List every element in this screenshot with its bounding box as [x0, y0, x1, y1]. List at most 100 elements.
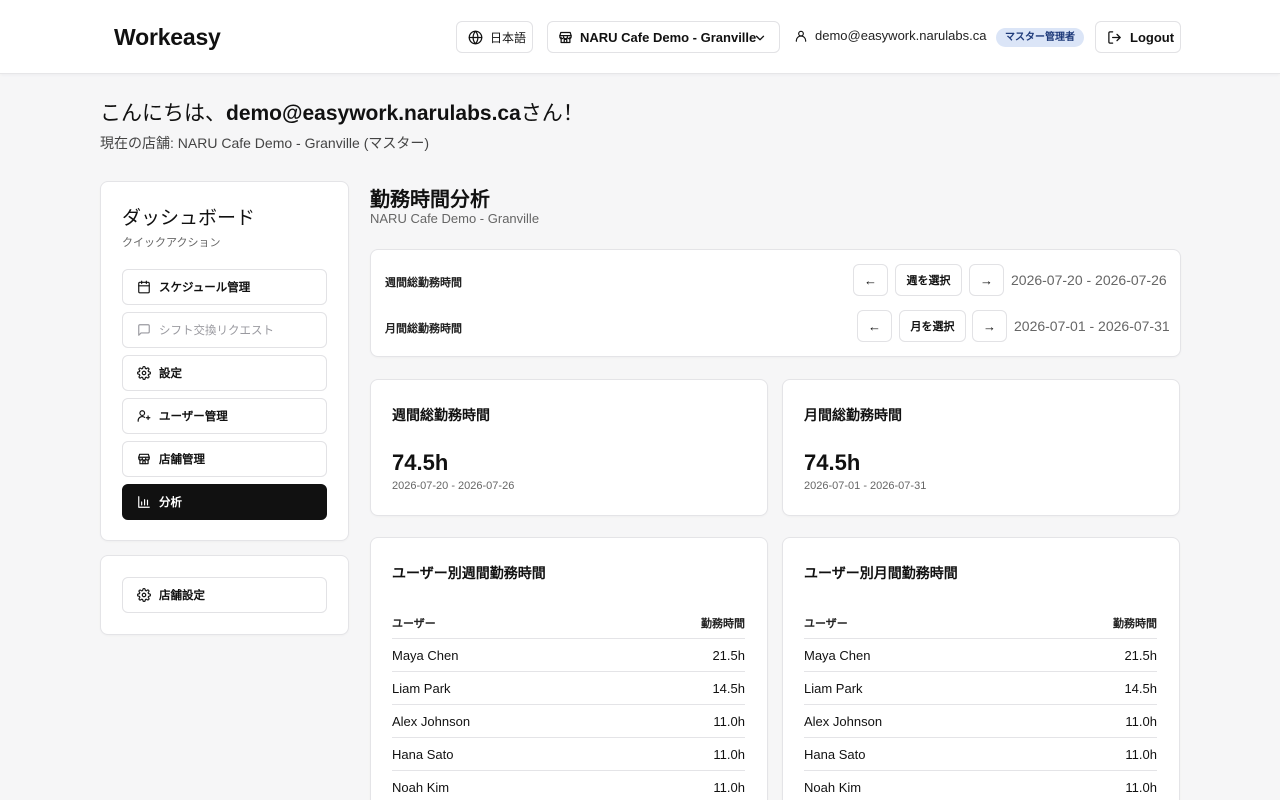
- monthly-total-title: 月間総勤務時間: [804, 407, 902, 423]
- sidebar-item-label: スケジュール管理: [159, 282, 251, 294]
- cell-hours: 11.0h: [1125, 747, 1157, 762]
- next-week-button[interactable]: →: [969, 264, 1004, 296]
- column-header-user: ユーザー: [392, 618, 436, 630]
- dashboard-sidebar: ダッシュボード クイックアクション スケジュール管理 シフト交換リクエスト 設定…: [100, 181, 349, 541]
- greeting-heading: こんにちは、demo@easywork.narulabs.caさん！: [100, 97, 584, 127]
- column-header-hours: 勤務時間: [1113, 618, 1157, 630]
- arrow-right-icon: →: [983, 318, 996, 334]
- table-row: Noah Kim 11.0h: [392, 771, 745, 800]
- weekly-total-range: 2026-07-20 - 2026-07-26: [392, 480, 515, 492]
- sidebar-item-stores[interactable]: 店舗管理: [122, 441, 327, 477]
- weekly-total-value: 74.5h: [392, 450, 449, 475]
- weekly-total-card: 週間総勤務時間 74.5h 2026-07-20 - 2026-07-26: [370, 379, 768, 516]
- table-row: Alex Johnson 11.0h: [804, 705, 1157, 738]
- cell-user: Liam Park: [804, 681, 863, 696]
- page-title: 勤務時間分析: [370, 189, 490, 211]
- table-row: Maya Chen 21.5h: [392, 639, 745, 672]
- select-month-button[interactable]: 月を選択: [899, 310, 966, 342]
- cell-user: Alex Johnson: [392, 714, 471, 729]
- language-label: 日本語: [490, 30, 527, 45]
- monthly-by-user-card: ユーザー別月間勤務時間 ユーザー 勤務時間 Maya Chen 21.5h Li…: [782, 537, 1180, 800]
- weekly-by-user-title: ユーザー別週間勤務時間: [392, 565, 546, 581]
- sidebar-item-label: ユーザー管理: [159, 411, 228, 423]
- store-settings-card: 店舗設定: [100, 555, 349, 635]
- bar-chart-icon: [138, 496, 150, 508]
- greeting-prefix: こんにちは、: [100, 102, 226, 125]
- next-month-button[interactable]: →: [972, 310, 1007, 342]
- store-selector-label: NARU Cafe Demo - Granville: [580, 29, 757, 45]
- column-header-hours: 勤務時間: [701, 618, 745, 630]
- sidebar-item-label: 分析: [159, 497, 182, 509]
- globe-icon: [468, 30, 483, 44]
- arrow-right-icon: →: [980, 272, 993, 288]
- cell-hours: 21.5h: [1124, 648, 1157, 663]
- cell-user: Liam Park: [392, 681, 451, 696]
- arrow-left-icon: ←: [868, 318, 881, 334]
- cell-user: Hana Sato: [804, 747, 866, 762]
- sidebar-item-users[interactable]: ユーザー管理: [122, 398, 327, 434]
- table-row: Liam Park 14.5h: [392, 672, 745, 705]
- store-settings-label: 店舗設定: [159, 590, 205, 602]
- monthly-by-user-title: ユーザー別月間勤務時間: [804, 565, 958, 581]
- sidebar-item-label: 店舗管理: [159, 454, 205, 466]
- month-range-text: 2026-07-01 - 2026-07-31: [1014, 318, 1170, 334]
- sidebar-item-label: シフト交換リクエスト: [159, 325, 274, 337]
- weekly-by-user-card: ユーザー別週間勤務時間 ユーザー 勤務時間 Maya Chen 21.5h Li…: [370, 537, 768, 800]
- cell-user: Noah Kim: [392, 780, 450, 795]
- greeting-suffix: さん！: [520, 102, 584, 125]
- user-email: demo@easywork.narulabs.ca: [815, 28, 987, 43]
- prev-month-button[interactable]: ←: [857, 310, 892, 342]
- cell-hours: 11.0h: [1125, 714, 1157, 729]
- sidebar-item-settings[interactable]: 設定: [122, 355, 327, 391]
- weekly-total-title: 週間総勤務時間: [392, 407, 490, 423]
- cell-hours: 14.5h: [1124, 681, 1157, 696]
- store-icon: [559, 31, 572, 43]
- table-row: Noah Kim 11.0h: [804, 771, 1157, 800]
- sidebar-item-schedule[interactable]: スケジュール管理: [122, 269, 327, 305]
- table-header: ユーザー 勤務時間: [804, 614, 1157, 639]
- app-logo[interactable]: Workeasy: [114, 24, 221, 51]
- language-button[interactable]: 日本語: [456, 21, 533, 53]
- cell-hours: 14.5h: [712, 681, 745, 696]
- sidebar-item-analytics[interactable]: 分析: [122, 484, 327, 520]
- sidebar-item-label: 設定: [159, 368, 182, 380]
- user-icon: [795, 30, 807, 42]
- greeting-email: demo@easywork.narulabs.ca: [226, 102, 521, 125]
- cell-user: Maya Chen: [392, 648, 459, 663]
- select-week-button[interactable]: 週を選択: [895, 264, 962, 296]
- table-header: ユーザー 勤務時間: [392, 614, 745, 639]
- logout-label: Logout: [1130, 29, 1175, 45]
- page-subtitle: NARU Cafe Demo - Granville: [370, 211, 540, 226]
- gear-icon: [137, 366, 151, 380]
- table-row: Alex Johnson 11.0h: [392, 705, 745, 738]
- column-header-user: ユーザー: [804, 618, 848, 630]
- sidebar-subtitle: クイックアクション: [122, 237, 221, 249]
- message-icon: [138, 324, 150, 336]
- arrow-left-icon: ←: [864, 272, 877, 288]
- table-row: Hana Sato 11.0h: [804, 738, 1157, 771]
- table-row: Maya Chen 21.5h: [804, 639, 1157, 672]
- week-selector-label: 週間総勤務時間: [385, 277, 462, 289]
- prev-week-button[interactable]: ←: [853, 264, 888, 296]
- cell-user: Hana Sato: [392, 747, 454, 762]
- period-selector-card: 週間総勤務時間 ← 週を選択 → 2026-07-20 - 2026-07-26…: [370, 249, 1181, 357]
- logout-icon: [1108, 30, 1121, 44]
- sidebar-item-shift-swap[interactable]: シフト交換リクエスト: [122, 312, 327, 348]
- user-plus-icon: [137, 410, 151, 422]
- store-settings-button[interactable]: 店舗設定: [122, 577, 327, 613]
- cell-hours: 21.5h: [712, 648, 745, 663]
- week-range-text: 2026-07-20 - 2026-07-26: [1011, 272, 1167, 288]
- monthly-total-card: 月間総勤務時間 74.5h 2026-07-01 - 2026-07-31: [782, 379, 1180, 516]
- current-store-text: 現在の店舗: NARU Cafe Demo - Granville (マスター): [100, 135, 430, 151]
- monthly-total-value: 74.5h: [804, 450, 861, 475]
- sidebar-title: ダッシュボード: [122, 208, 256, 229]
- store-icon: [138, 453, 150, 465]
- month-selector-label: 月間総勤務時間: [385, 323, 462, 335]
- logout-button[interactable]: Logout: [1095, 21, 1181, 53]
- cell-user: Alex Johnson: [804, 714, 883, 729]
- role-badge: マスター管理者: [996, 28, 1084, 47]
- calendar-icon: [138, 280, 150, 294]
- cell-user: Noah Kim: [804, 780, 862, 795]
- store-selector[interactable]: NARU Cafe Demo - Granville: [547, 21, 780, 53]
- current-user: demo@easywork.narulabs.ca: [794, 28, 986, 43]
